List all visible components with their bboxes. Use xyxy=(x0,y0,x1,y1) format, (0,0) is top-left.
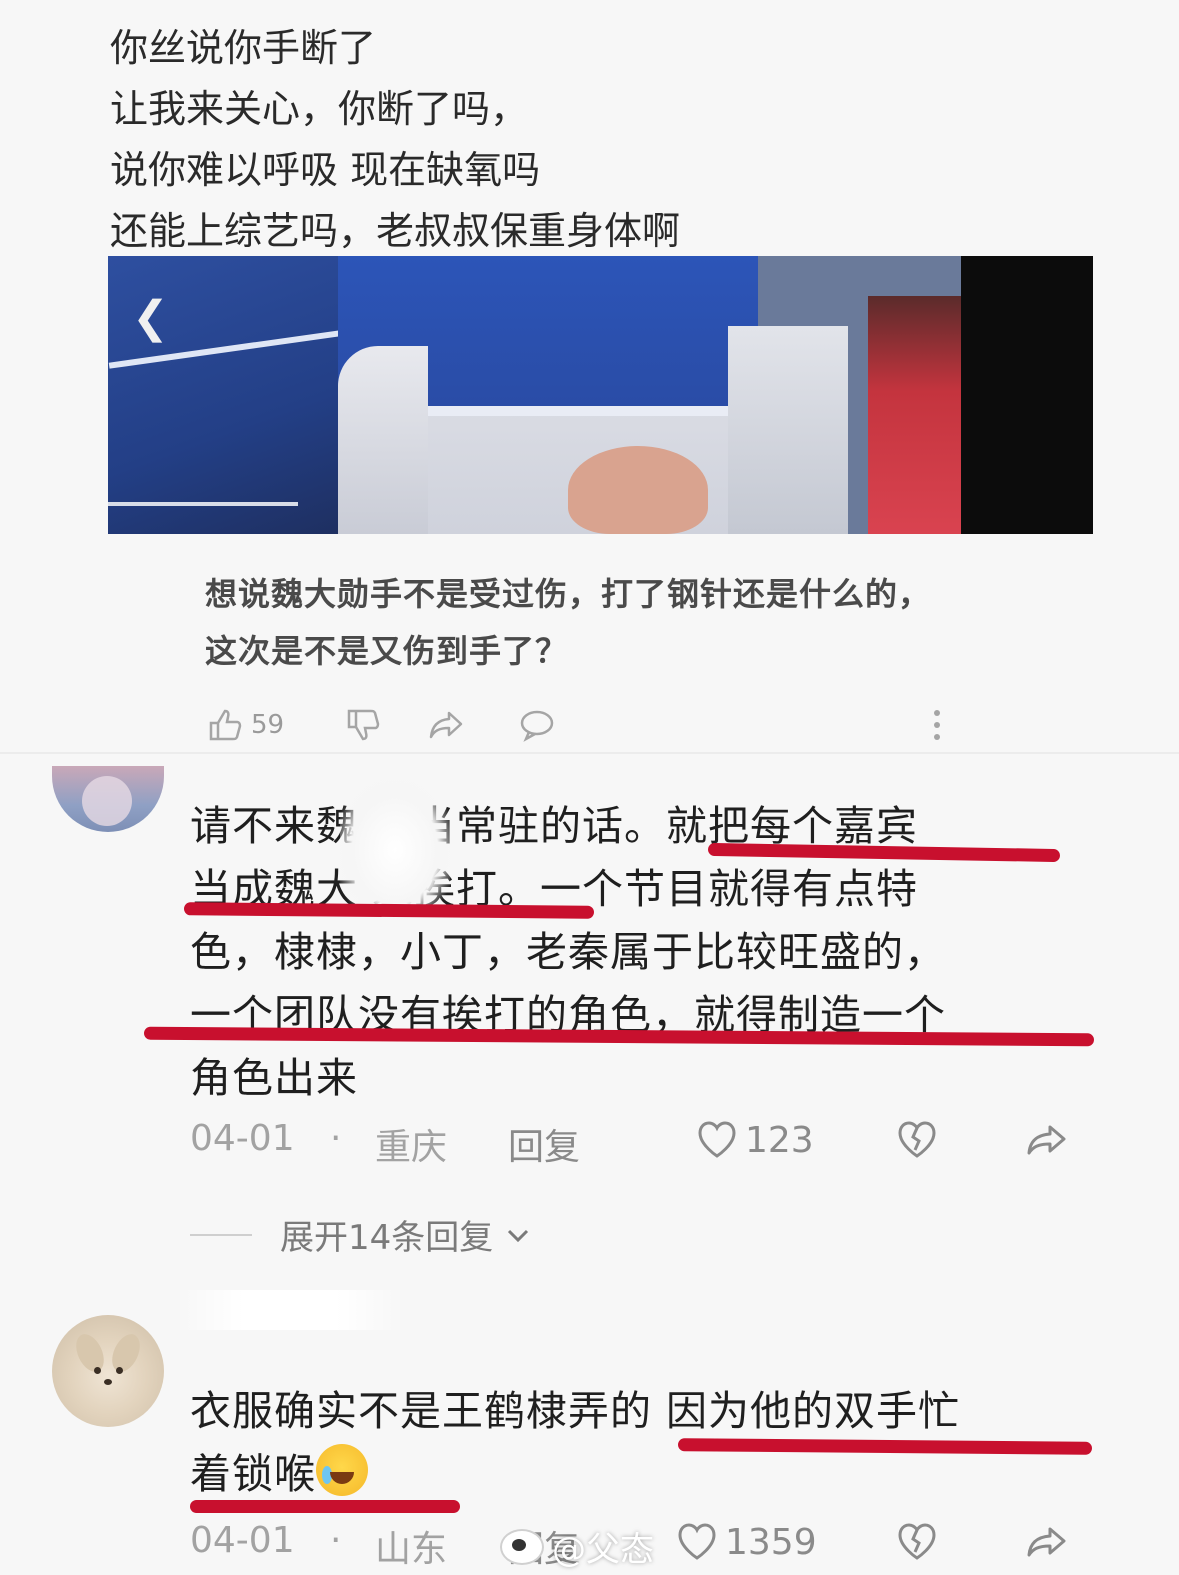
comment-like-button[interactable]: 123 xyxy=(695,1118,814,1162)
thumbs-up-icon xyxy=(209,709,242,741)
photo-person-right xyxy=(868,296,968,534)
comment-location: 重庆 xyxy=(375,1118,447,1170)
more-button[interactable] xyxy=(917,705,957,745)
date-text: 04-01 xyxy=(190,1118,295,1159)
redaction-blur xyxy=(340,780,450,920)
comment-share-button[interactable] xyxy=(1025,1118,1069,1162)
comment-text: 请不来魏大 当常驻的话。就把每个嘉宾 当成魏大 来挨打。一个节目就得有点特 色，… xyxy=(190,795,1070,1110)
dot-text: · xyxy=(330,1520,342,1561)
meta-dot: · xyxy=(330,1520,341,1561)
red-underline xyxy=(190,1500,460,1513)
avatar[interactable] xyxy=(52,766,164,832)
more-vertical-icon xyxy=(934,710,940,740)
dot-text: · xyxy=(330,1118,342,1159)
avatar-detail xyxy=(94,1367,101,1374)
comment-date: 04-01 xyxy=(190,1118,295,1159)
comment-like-button[interactable]: 1359 xyxy=(675,1520,817,1564)
comment-like-count: 123 xyxy=(745,1119,814,1161)
video-thumbnail[interactable]: ❮ xyxy=(108,256,1093,534)
photo-hand xyxy=(568,446,708,534)
poem-line: 说你难以呼吸 现在缺氧吗 xyxy=(110,148,541,192)
expand-dash xyxy=(190,1233,252,1236)
chevron-down-icon xyxy=(508,1229,529,1242)
poem-line: 你丝说你手断了 xyxy=(110,26,377,70)
comment-line-text: 着锁喉 xyxy=(190,1450,316,1498)
heart-icon xyxy=(698,1121,736,1158)
meta-dot: · xyxy=(330,1118,341,1159)
comment-button[interactable] xyxy=(517,705,557,745)
dislike-button[interactable] xyxy=(343,705,383,745)
comment-date: 04-01 xyxy=(190,1520,295,1561)
broken-heart-icon xyxy=(898,1523,936,1560)
like-count: 59 xyxy=(251,710,285,740)
reply-button[interactable]: 回复 xyxy=(508,1118,580,1170)
weibo-watermark: @父态 xyxy=(500,1522,654,1571)
photo-detail xyxy=(728,326,848,534)
location-text: 山东 xyxy=(375,1529,448,1570)
divider xyxy=(0,752,1179,754)
comment-meta-row: 04-01 · 重庆 回复 123 xyxy=(190,1118,1090,1173)
avatar-detail xyxy=(70,1329,110,1377)
comment-like-count: 1359 xyxy=(725,1521,817,1563)
comment-line: 色，棣棣，小丁，老秦属于比较旺盛的， xyxy=(190,928,946,976)
avatar-image xyxy=(82,776,132,826)
username-redacted xyxy=(175,1290,405,1330)
share-icon xyxy=(429,711,463,739)
photo-black-bar xyxy=(961,256,1093,534)
avatar-detail xyxy=(106,1329,146,1377)
comment-line: 角色出来 xyxy=(190,1054,358,1102)
reply-label: 回复 xyxy=(508,1127,581,1168)
poem-line: 让我来关心，你断了吗， xyxy=(110,87,529,131)
back-arrow-icon[interactable]: ❮ xyxy=(132,292,169,343)
poem-line: 还能上综艺吗，老叔叔保重身体啊 xyxy=(110,209,681,253)
poem-text: 你丝说你手断了 让我来关心，你断了吗， 说你难以呼吸 现在缺氧吗 还能上综艺吗，… xyxy=(110,18,680,262)
expand-replies-button[interactable]: 展开14条回复 xyxy=(190,1210,533,1259)
post-action-row: 59 xyxy=(205,705,945,755)
heart-icon xyxy=(678,1523,716,1560)
share-button[interactable] xyxy=(427,705,467,745)
broken-heart-icon xyxy=(898,1121,936,1158)
share-icon xyxy=(1027,1527,1066,1557)
watermark-text: @父态 xyxy=(552,1530,654,1570)
comment-share-button[interactable] xyxy=(1025,1520,1069,1564)
avatar-detail xyxy=(104,1379,112,1385)
avatar-detail xyxy=(116,1367,123,1374)
comment-dislike-button[interactable] xyxy=(895,1118,939,1162)
location-text: 重庆 xyxy=(375,1127,448,1168)
photo-detail xyxy=(338,346,428,534)
weibo-logo-icon xyxy=(500,1528,544,1565)
thumbs-down-icon xyxy=(347,709,380,741)
date-text: 04-01 xyxy=(190,1520,295,1561)
post-question-text: 想说魏大勋手不是受过伤，打了钢针还是什么的，这次是不是又伤到手了？ xyxy=(205,575,932,670)
avatar[interactable] xyxy=(52,1315,164,1427)
video-progress-bar[interactable] xyxy=(108,502,298,506)
comment-dislike-button[interactable] xyxy=(895,1520,939,1564)
laughing-crying-emoji-icon xyxy=(316,1444,368,1496)
comment-icon xyxy=(520,710,554,742)
like-button[interactable]: 59 xyxy=(205,705,284,745)
comment-line: 衣服确实不是王鹤棣弄的 因为他的双手忙 xyxy=(190,1387,961,1435)
share-icon xyxy=(1027,1125,1066,1155)
comment-location: 山东 xyxy=(375,1520,447,1572)
expand-label: 展开14条回复 xyxy=(280,1218,494,1258)
